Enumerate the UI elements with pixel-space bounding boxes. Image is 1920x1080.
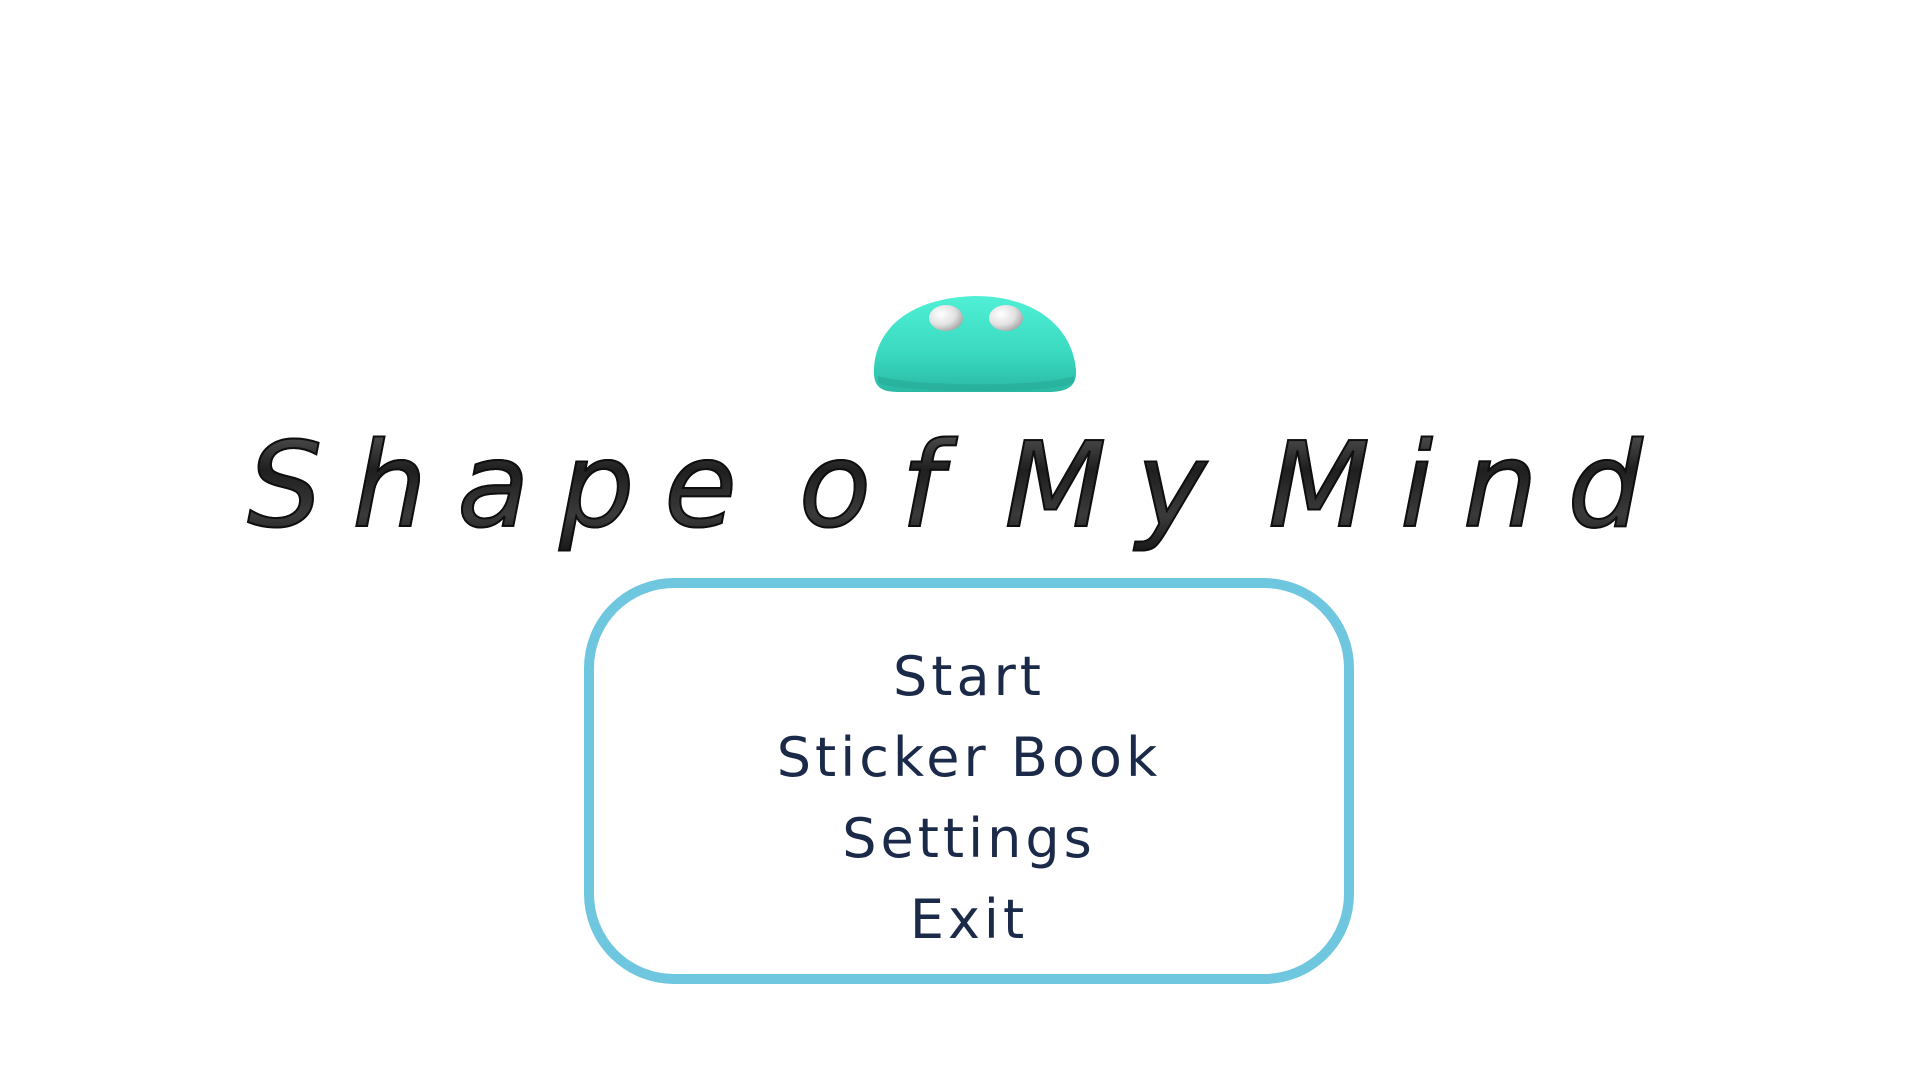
teal-blob-creature-icon <box>873 296 1077 392</box>
title-word-2: of <box>798 410 973 560</box>
exit-button[interactable]: Exit <box>594 879 1344 960</box>
settings-button[interactable]: Settings <box>594 798 1344 879</box>
main-menu-list: Start Sticker Book Settings Exit <box>594 636 1344 960</box>
start-button[interactable]: Start <box>594 636 1344 717</box>
title-word-4: Mind <box>1267 410 1672 560</box>
title-word-3: My <box>1004 410 1237 560</box>
left-eye <box>929 305 963 331</box>
title-word-1: Shape <box>246 410 767 560</box>
game-title: Shape of My Mind <box>0 410 1920 560</box>
main-menu-panel: Start Sticker Book Settings Exit <box>584 578 1354 984</box>
right-eye <box>989 305 1023 331</box>
sticker-book-button[interactable]: Sticker Book <box>594 717 1344 798</box>
title-screen: Shape of My Mind Start Sticker Book Setting… <box>0 0 1920 1080</box>
